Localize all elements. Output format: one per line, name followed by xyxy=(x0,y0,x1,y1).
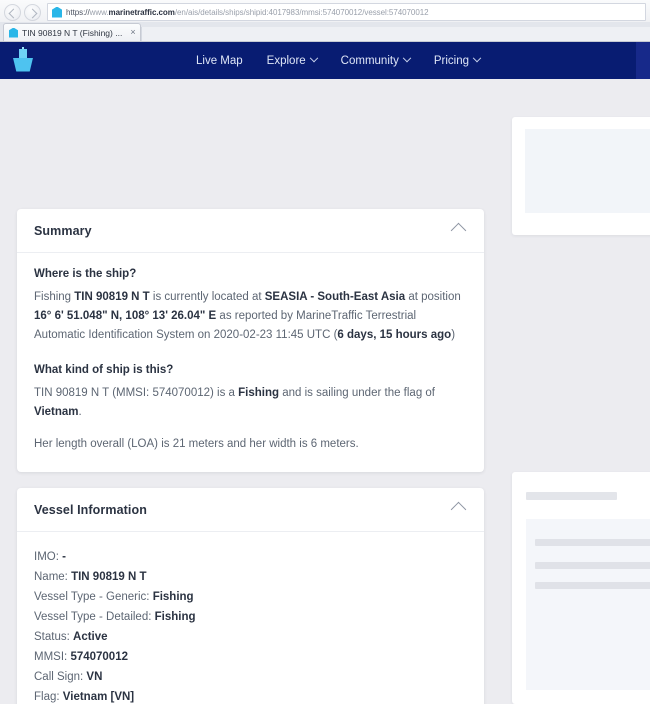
coordinates-inline: 16° 6' 51.048" N, 108° 13' 26.04" E xyxy=(34,310,217,322)
sidebar-placeholder-bottom xyxy=(512,472,650,704)
q1-text-2: is currently located at xyxy=(149,291,265,303)
chevron-down-icon xyxy=(472,53,482,62)
nav-item-pricing[interactable]: Pricing xyxy=(433,53,482,67)
tab-strip-empty xyxy=(140,27,650,41)
chevron-down-icon xyxy=(309,53,318,62)
placeholder-panel xyxy=(526,519,650,690)
url-subdomain: www. xyxy=(89,7,109,17)
url-host: marinetraffic.com xyxy=(108,7,175,17)
navbar-right-edge xyxy=(636,42,650,79)
dimensions-text: Her length overall (LOA) is 21 meters an… xyxy=(34,438,359,450)
info-value: VN xyxy=(86,671,103,683)
nav-label: Live Map xyxy=(196,54,243,67)
info-row-call-sign: Call Sign: VN xyxy=(34,667,467,687)
what-kind-of-ship-text: TIN 90819 N T (MMSI: 574070012) is a Fis… xyxy=(34,384,467,422)
nav-item-explore[interactable]: Explore xyxy=(266,53,318,67)
main-content-column: Summary Where is the ship? Fishing TIN 9… xyxy=(17,79,484,704)
what-kind-of-ship-heading: What kind of ship is this? xyxy=(34,364,174,376)
nav-item-live-map[interactable]: Live Map xyxy=(196,55,243,67)
marinetraffic-logo-icon[interactable] xyxy=(10,46,36,74)
q1-text-1: Fishing xyxy=(34,291,75,303)
summary-card: Summary Where is the ship? Fishing TIN 9… xyxy=(17,209,484,472)
vessel-information-title: Vessel Information xyxy=(34,502,147,517)
url-scheme: https:// xyxy=(66,7,90,17)
close-icon[interactable]: × xyxy=(130,28,135,37)
info-label: Flag: xyxy=(34,691,60,703)
info-label: Vessel Type - Detailed: xyxy=(34,611,152,623)
summary-card-header[interactable]: Summary xyxy=(17,209,484,253)
q1-text-5: ) xyxy=(451,329,456,341)
info-label: Call Sign: xyxy=(34,671,84,683)
main-nav-links: Live Map Explore Community Pricing xyxy=(196,53,482,67)
where-is-the-ship-text: Fishing TIN 90819 N T is currently locat… xyxy=(34,288,467,345)
flag-country-inline: Vietnam xyxy=(34,406,79,418)
q2-text-1: TIN 90819 N T (MMSI: 574070012) is a xyxy=(34,387,239,399)
summary-card-body: Where is the ship? Fishing TIN 90819 N T… xyxy=(17,253,484,472)
info-label: MMSI: xyxy=(34,651,68,663)
info-value: Vietnam [VN] xyxy=(62,691,135,703)
nav-label: Pricing xyxy=(433,54,469,67)
q2-text-2: and is sailing under the flag of xyxy=(279,387,436,399)
info-row-vessel-type-generic: Vessel Type - Generic: Fishing xyxy=(34,587,467,607)
favicon-icon xyxy=(9,27,18,38)
nav-item-community[interactable]: Community xyxy=(340,53,412,67)
sidebar-placeholder-top xyxy=(512,117,650,235)
placeholder-title-bar xyxy=(526,492,617,500)
tab-title: TIN 90819 N T (Fishing) ... xyxy=(22,27,123,38)
vessel-information-card: Vessel Information IMO: - Name: TIN 9081… xyxy=(17,488,484,704)
page-body: Summary Where is the ship? Fishing TIN 9… xyxy=(0,79,650,704)
vessel-information-card-header[interactable]: Vessel Information xyxy=(17,488,484,532)
browser-toolbar: https://www.marinetraffic.com/en/ais/det… xyxy=(0,0,650,22)
chevron-down-icon xyxy=(402,53,412,62)
browser-chrome: https://www.marinetraffic.com/en/ais/det… xyxy=(0,0,650,42)
placeholder-line xyxy=(535,562,650,569)
summary-title: Summary xyxy=(34,223,92,238)
site-navbar: Live Map Explore Community Pricing xyxy=(0,42,650,79)
info-value: - xyxy=(62,551,66,563)
info-row-mmsi: MMSI: 574070012 xyxy=(34,647,467,667)
vessel-name-inline: TIN 90819 N T xyxy=(74,291,150,303)
info-row-vessel-type-detailed: Vessel Type - Detailed: Fishing xyxy=(34,607,467,627)
info-value: Fishing xyxy=(152,591,194,603)
nav-label: Community xyxy=(340,54,399,67)
region-inline: SEASIA - South-East Asia xyxy=(264,291,406,303)
info-label: Vessel Type - Generic: xyxy=(34,591,150,603)
q1-text-3: at position xyxy=(405,291,461,303)
vessel-type-inline: Fishing xyxy=(238,387,280,399)
where-is-the-ship-heading: Where is the ship? xyxy=(34,268,137,280)
info-label: Status: xyxy=(34,631,70,643)
placeholder-line xyxy=(535,539,650,546)
back-button[interactable] xyxy=(4,3,21,21)
placeholder-line xyxy=(535,582,650,589)
info-row-status: Status: Active xyxy=(34,627,467,647)
info-row-flag: Flag: Vietnam [VN] xyxy=(34,687,467,704)
forward-button[interactable] xyxy=(24,3,41,21)
site-identity-icon xyxy=(52,6,62,18)
time-ago-inline: 6 days, 15 hours ago xyxy=(337,329,452,341)
chevron-up-icon[interactable] xyxy=(450,222,467,239)
chevron-up-icon[interactable] xyxy=(450,501,467,518)
info-value: Fishing xyxy=(154,611,196,623)
info-value: 574070012 xyxy=(70,651,128,663)
url-text: https://www.marinetraffic.com/en/ais/det… xyxy=(66,8,429,17)
info-row-imo: IMO: - xyxy=(34,547,467,567)
url-path: /en/ais/details/ships/shipid:4017983/mms… xyxy=(174,7,429,17)
q2-text-3: . xyxy=(78,406,82,418)
info-row-name: Name: TIN 90819 N T xyxy=(34,567,467,587)
nav-label: Explore xyxy=(266,54,306,67)
info-label: Name: xyxy=(34,571,68,583)
content-top-spacer xyxy=(17,79,484,209)
vessel-information-card-body: IMO: - Name: TIN 90819 N T Vessel Type -… xyxy=(17,532,484,704)
info-value: Active xyxy=(73,631,108,643)
tab-strip: TIN 90819 N T (Fishing) ... × xyxy=(0,22,650,42)
info-value: TIN 90819 N T xyxy=(71,571,147,583)
info-label: IMO: xyxy=(34,551,59,563)
browser-tab[interactable]: TIN 90819 N T (Fishing) ... × xyxy=(3,23,141,41)
placeholder-block xyxy=(525,129,650,213)
address-bar[interactable]: https://www.marinetraffic.com/en/ais/det… xyxy=(47,3,646,21)
